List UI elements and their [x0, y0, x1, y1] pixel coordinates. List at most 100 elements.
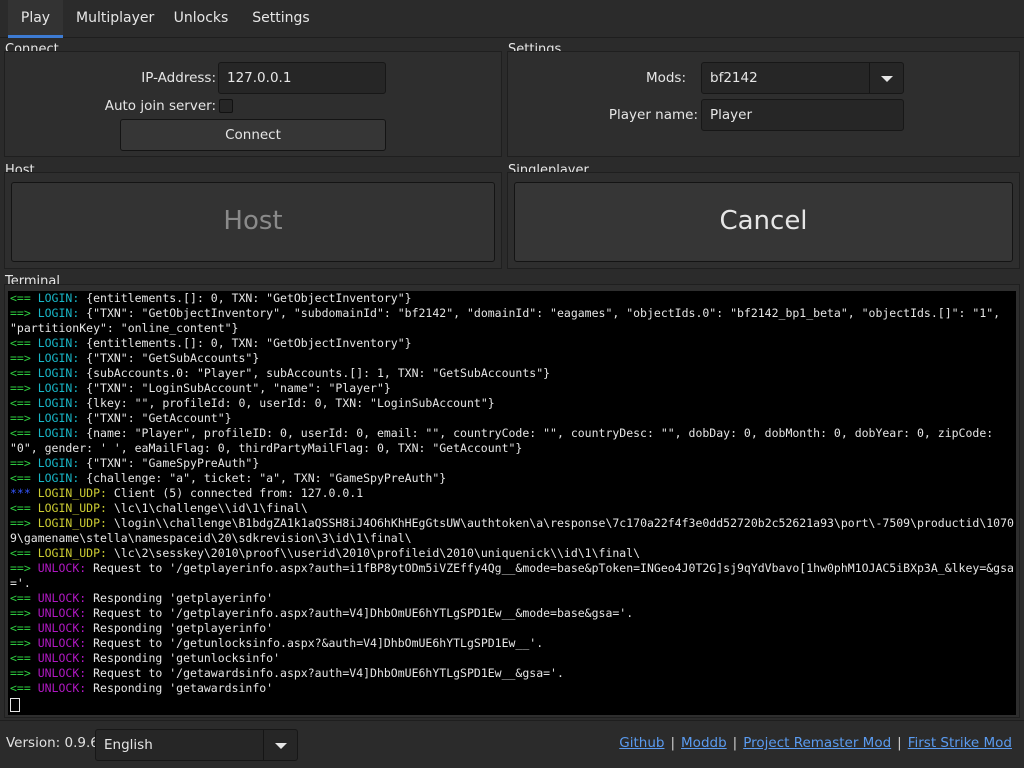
link-separator: | [732, 735, 738, 751]
mods-select[interactable]: bf2142 [701, 62, 904, 94]
terminal-line-direction: ==> [10, 306, 38, 320]
terminal-line-tag: LOGIN: [37, 396, 80, 410]
tab-multiplayer[interactable]: Multiplayer [76, 0, 154, 38]
terminal-line-tag: LOGIN_UDP: [37, 486, 107, 500]
host-button[interactable]: Host [11, 182, 495, 262]
terminal-line-direction: ==> [10, 606, 38, 620]
terminal-line: <== LOGIN_UDP: \lc\2\sesskey\2010\proof\… [10, 546, 1016, 561]
terminal-line-text: \login\\challenge\B1bdgZA1k1aQSSH8iJ4O6h… [10, 516, 1014, 545]
terminal-line: <== UNLOCK: Responding 'getawardsinfo' [10, 681, 1016, 696]
tab-settings[interactable]: Settings [248, 0, 314, 38]
terminal-line: <== UNLOCK: Responding 'getunlocksinfo' [10, 651, 1016, 666]
terminal-line-text: {"TXN": "GameSpyPreAuth"} [79, 456, 260, 470]
terminal-line-text: {lkey: "", profileId: 0, userId: 0, TXN:… [79, 396, 495, 410]
tab-unlocks[interactable]: Unlocks [168, 0, 234, 38]
terminal-line-tag: LOGIN_UDP: [37, 501, 107, 515]
terminal-line-direction: ==> [10, 381, 38, 395]
terminal-line-tag: LOGIN: [37, 456, 80, 470]
version-label: Version: 0.9.6 [6, 735, 99, 751]
terminal-line-direction: <== [10, 366, 38, 380]
terminal-line-tag: UNLOCK: [37, 636, 87, 650]
mods-select-value: bf2142 [710, 70, 758, 86]
auto-join-label: Auto join server: [104, 98, 216, 114]
terminal-line-text: Request to '/getplayerinfo.aspx?auth=V4]… [86, 606, 634, 620]
terminal-line-direction: ==> [10, 456, 38, 470]
terminal-line: ==> LOGIN: {"TXN": "GetObjectInventory",… [10, 306, 1016, 336]
terminal-line: ==> UNLOCK: Request to '/getunlocksinfo.… [10, 636, 1016, 651]
connect-button[interactable]: Connect [120, 119, 386, 151]
tab-play[interactable]: Play [8, 0, 63, 38]
terminal-line-tag: LOGIN_UDP: [37, 546, 107, 560]
terminal-line: <== LOGIN: {entitlements.[]: 0, TXN: "Ge… [10, 291, 1016, 306]
terminal-line: <== LOGIN: {entitlements.[]: 0, TXN: "Ge… [10, 336, 1016, 351]
terminal-line-text: {"TXN": "GetSubAccounts"} [79, 351, 260, 365]
github-link[interactable]: Github [619, 735, 664, 751]
terminal-line-direction: ==> [10, 636, 38, 650]
terminal-line-text: Request to '/getplayerinfo.aspx?auth=i1f… [10, 561, 1014, 590]
terminal-line-tag: UNLOCK: [37, 681, 87, 695]
terminal-line-text: {entitlements.[]: 0, TXN: "GetObjectInve… [79, 336, 412, 350]
terminal-line-direction: <== [10, 336, 38, 350]
chevron-down-icon[interactable] [869, 63, 903, 93]
terminal-line-text: {name: "Player", profileID: 0, userId: 0… [10, 426, 1001, 455]
terminal-line-tag: LOGIN: [37, 366, 80, 380]
terminal-line-direction: <== [10, 501, 38, 515]
terminal-line-text: \lc\2\sesskey\2010\proof\\userid\2010\pr… [106, 546, 641, 560]
terminal-line-direction: ==> [10, 411, 38, 425]
terminal-line-text: {subAccounts.0: "Player", subAccounts.[]… [79, 366, 551, 380]
terminal-line-direction: <== [10, 651, 38, 665]
cancel-button[interactable]: Cancel [514, 182, 1013, 262]
auto-join-checkbox[interactable] [219, 99, 233, 113]
link-separator: | [897, 735, 902, 751]
player-name-label: Player name: [608, 107, 698, 123]
terminal-line-text: Responding 'getplayerinfo' [86, 591, 274, 605]
terminal-line-tag: UNLOCK: [37, 651, 87, 665]
terminal-line-text: Request to '/getawardsinfo.aspx?auth=V4]… [86, 666, 564, 680]
terminal-line-tag: LOGIN: [37, 351, 80, 365]
terminal-line-tag: LOGIN: [37, 291, 80, 305]
terminal-line-direction: <== [10, 591, 38, 605]
mods-label: Mods: [645, 70, 686, 86]
terminal-line: <== UNLOCK: Responding 'getplayerinfo' [10, 621, 1016, 636]
terminal-line-tag: LOGIN: [37, 381, 80, 395]
terminal-line: <== LOGIN: {name: "Player", profileID: 0… [10, 426, 1016, 456]
terminal-line: ==> UNLOCK: Request to '/getplayerinfo.a… [10, 561, 1016, 591]
terminal-line: ==> LOGIN_UDP: \login\\challenge\B1bdgZA… [10, 516, 1016, 546]
terminal-line: ==> LOGIN: {"TXN": "LoginSubAccount", "n… [10, 381, 1016, 396]
terminal-line-text: Responding 'getplayerinfo' [86, 621, 274, 635]
terminal-line: ==> LOGIN: {"TXN": "GameSpyPreAuth"} [10, 456, 1016, 471]
terminal-line-direction: <== [10, 546, 38, 560]
terminal-line: <== LOGIN_UDP: \lc\1\challenge\\id\1\fin… [10, 501, 1016, 516]
moddb-link[interactable]: Moddb [681, 735, 727, 751]
terminal-line-direction: *** [10, 486, 38, 500]
ip-address-input[interactable]: 127.0.0.1 [218, 62, 386, 94]
terminal-line-tag: UNLOCK: [37, 561, 87, 575]
chevron-down-icon[interactable] [263, 730, 297, 760]
terminal-line-direction: ==> [10, 516, 38, 530]
terminal-line-direction: ==> [10, 351, 38, 365]
language-select-value: English [104, 737, 153, 753]
terminal-line-tag: UNLOCK: [37, 606, 87, 620]
terminal-line: ==> UNLOCK: Request to '/getplayerinfo.a… [10, 606, 1016, 621]
terminal-line: <== LOGIN: {lkey: "", profileId: 0, user… [10, 396, 1016, 411]
terminal-line: <== LOGIN: {challenge: "a", ticket: "a",… [10, 471, 1016, 486]
language-select[interactable]: English [95, 729, 298, 761]
terminal-line-tag: LOGIN: [37, 411, 80, 425]
terminal-line-text: {"TXN": "LoginSubAccount", "name": "Play… [79, 381, 391, 395]
ip-address-label: IP-Address: [141, 70, 216, 86]
terminal-line-tag: UNLOCK: [37, 591, 87, 605]
terminal-cursor [10, 696, 1016, 715]
terminal-line-text: {"TXN": "GetAccount"} [79, 411, 232, 425]
terminal-line-tag: LOGIN: [37, 471, 80, 485]
terminal-output[interactable]: <== LOGIN: {entitlements.[]: 0, TXN: "Ge… [8, 291, 1016, 715]
terminal-line-text: Request to '/getunlocksinfo.aspx?&auth=V… [86, 636, 544, 650]
terminal-line-tag: LOGIN_UDP: [37, 516, 107, 530]
terminal-line-direction: <== [10, 396, 38, 410]
first-strike-mod-link[interactable]: First Strike Mod [908, 735, 1012, 751]
project-remaster-mod-link[interactable]: Project Remaster Mod [743, 735, 891, 751]
terminal-line-direction: <== [10, 426, 38, 440]
terminal-line-direction: <== [10, 471, 38, 485]
player-name-input[interactable]: Player [701, 99, 904, 131]
terminal-line-text: Responding 'getawardsinfo' [86, 681, 274, 695]
terminal-line-direction: <== [10, 681, 38, 695]
